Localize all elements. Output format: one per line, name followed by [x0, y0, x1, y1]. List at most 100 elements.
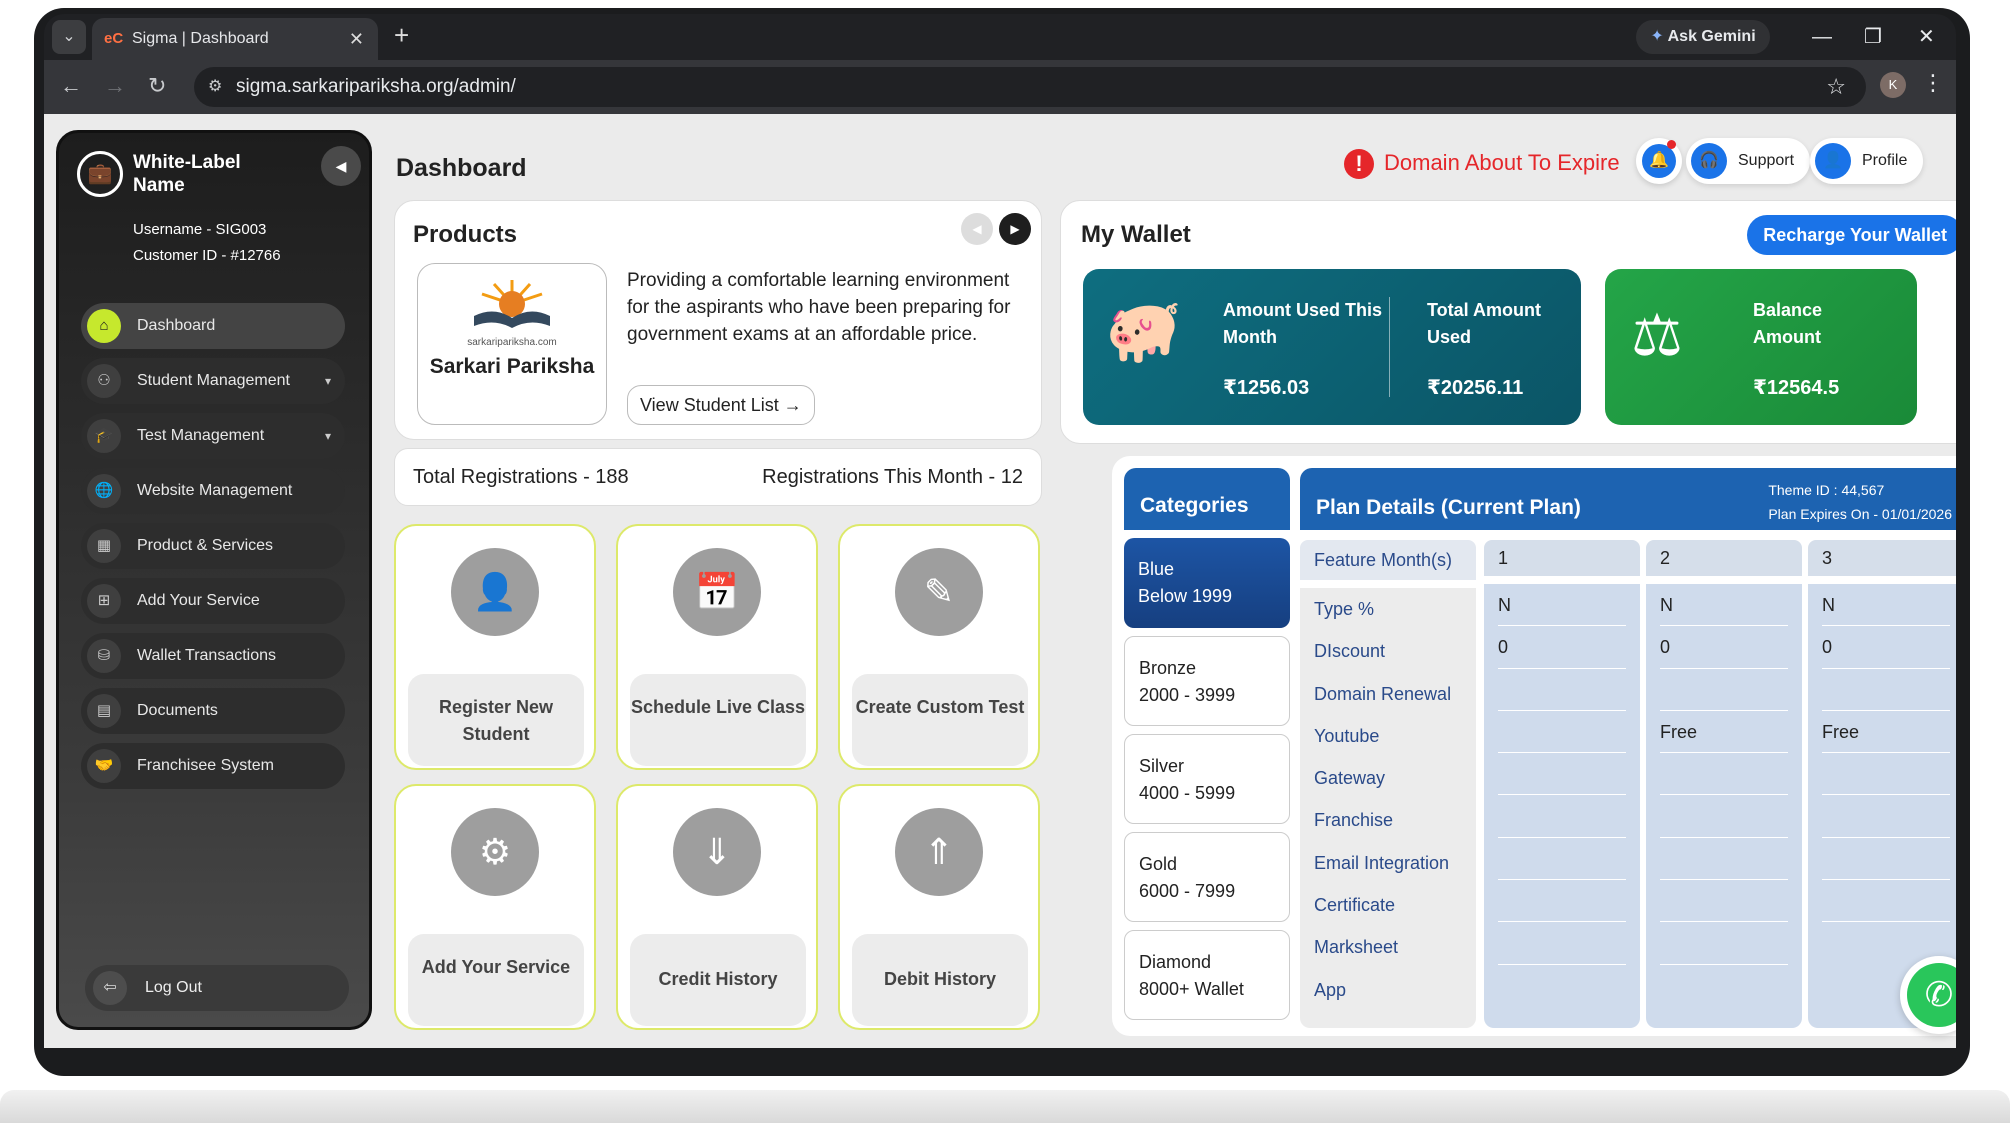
feature-label: Youtube [1314, 725, 1380, 746]
category-range: 6000 - 7999 [1139, 881, 1236, 901]
close-window-icon[interactable]: ✕ [1918, 20, 1935, 54]
grid-icon: ▦ [87, 529, 121, 563]
plan-cell [1822, 669, 1950, 711]
next-arrow-icon[interactable]: ▶ [999, 213, 1031, 245]
prev-arrow-icon[interactable]: ◀ [961, 213, 993, 245]
logout-button[interactable]: ⇦ Log Out [85, 965, 349, 1011]
reload-icon[interactable]: ↻ [148, 72, 166, 100]
minimize-icon[interactable]: — [1812, 20, 1832, 54]
bell-icon: 🔔 [1642, 144, 1676, 178]
sidebar-item-label: Dashboard [137, 317, 216, 334]
plan-cell [1498, 669, 1626, 711]
feature-label: Certificate [1314, 895, 1396, 916]
logout-label: Log Out [145, 979, 202, 996]
browser-menu-icon[interactable]: ⋮ [1922, 70, 1944, 96]
chevron-down-icon: ▾ [324, 374, 331, 388]
plan-cell: 0 [1822, 626, 1950, 669]
add-service-icon: ⊞ [87, 584, 121, 618]
sidebar-item-website-management[interactable]: 🌐 Website Management [81, 468, 345, 514]
product-logo[interactable]: sarkaripariksha.com Sarkari Pariksha [417, 263, 607, 425]
plan-cell [1498, 711, 1626, 754]
browser-tab[interactable]: eC Sigma | Dashboard ✕ [92, 18, 378, 60]
plan-cell [1822, 880, 1950, 923]
students-icon: ⚇ [87, 364, 121, 398]
address-bar[interactable]: ⚙ sigma.sarkaripariksha.org/admin/ ☆ [194, 67, 1866, 107]
register-new-student-card[interactable]: 👤 Register New Student [394, 524, 596, 770]
action-label: Add Your Service [408, 934, 584, 1026]
user-icon: 👤 [1815, 143, 1851, 179]
restore-icon[interactable]: ❐ [1864, 20, 1882, 54]
sidebar-item-franchisee-system[interactable]: 🤝 Franchisee System [81, 743, 345, 789]
category-silver[interactable]: Silver 4000 - 5999 [1124, 734, 1290, 824]
debit-history-card[interactable]: ⇑ Debit History [838, 784, 1040, 1030]
browser-profile-avatar[interactable]: K [1880, 72, 1906, 98]
product-description: Providing a comfortable learning environ… [627, 270, 1011, 345]
sidebar-item-test-management[interactable]: 🎓 Test Management ▾ [81, 413, 345, 459]
new-tab-button[interactable]: + [394, 20, 409, 50]
feature-label: Marksheet [1314, 937, 1399, 958]
bookmark-star-icon[interactable]: ☆ [1826, 67, 1846, 107]
recharge-wallet-button[interactable]: Recharge Your Wallet [1747, 215, 1956, 255]
collapse-sidebar-button[interactable]: ◀ [321, 146, 361, 186]
plan-cell [1660, 795, 1788, 838]
category-gold[interactable]: Gold 6000 - 7999 [1124, 832, 1290, 922]
feature-header: Feature Month(s) [1300, 540, 1476, 580]
used-month-value: ₹1256.03 [1223, 377, 1310, 399]
headset-icon: 🎧 [1691, 143, 1727, 179]
close-tab-icon[interactable]: ✕ [349, 18, 364, 60]
sidebar-item-student-management[interactable]: ⚇ Student Management ▾ [81, 358, 345, 404]
sidebar-item-label: Test Management [137, 427, 265, 444]
sidebar-item-product-services[interactable]: ▦ Product & Services [81, 523, 345, 569]
balance-label: Balance Amount [1753, 300, 1823, 347]
wallet-card: My Wallet Recharge Your Wallet 🐖 Amount … [1060, 200, 1956, 444]
action-label: Register New Student [408, 674, 584, 766]
briefcase-icon: 💼 [77, 151, 123, 197]
notification-dot [1667, 140, 1676, 149]
schedule-live-class-card[interactable]: 📅 Schedule Live Class [616, 524, 818, 770]
notifications-button[interactable]: 🔔 [1636, 138, 1682, 184]
total-used-value: ₹20256.11 [1427, 377, 1524, 399]
site-info-icon[interactable]: ⚙ [208, 67, 222, 107]
forward-icon[interactable]: → [104, 72, 126, 100]
back-icon[interactable]: ← [60, 72, 82, 100]
plan-column-header: 3 [1808, 540, 1956, 576]
add-your-service-card[interactable]: ⚙ Add Your Service [394, 784, 596, 1030]
plan-column-gap [1484, 576, 1640, 584]
support-button[interactable]: 🎧 Support [1686, 138, 1811, 184]
domain-expire-alert[interactable]: ! Domain About To Expire [1344, 146, 1620, 180]
sidebar-item-documents[interactable]: ▤ Documents [81, 688, 345, 734]
customer-id: Customer ID - #12766 [133, 247, 281, 264]
profile-button[interactable]: 👤 Profile [1810, 138, 1924, 184]
plan-cell [1660, 753, 1788, 796]
wallet-used-card: 🐖 Amount Used This Month ₹1256.03 Total … [1083, 269, 1581, 425]
credit-history-card[interactable]: ⇓ Credit History [616, 784, 818, 1030]
graduation-cap-icon: 🎓 [87, 419, 121, 453]
sidebar-item-add-your-service[interactable]: ⊞ Add Your Service [81, 578, 345, 624]
create-custom-test-card[interactable]: ✎ Create Custom Test [838, 524, 1040, 770]
category-range: 8000+ Wallet [1139, 979, 1244, 999]
plan-cell [1498, 922, 1626, 965]
scale-balance-icon: ⚖ [1631, 303, 1683, 368]
device-base [0, 1090, 2010, 1123]
category-blue[interactable]: Blue Below 1999 [1124, 538, 1290, 628]
alert-icon: ! [1344, 149, 1374, 180]
sidebar-menu: ⌂ Dashboard ⚇ Student Management ▾ 🎓 Test Ma… [81, 303, 345, 798]
plan-cell [1498, 795, 1626, 838]
total-registrations: Total Registrations - 188 [413, 466, 629, 488]
action-label: Schedule Live Class [630, 674, 806, 766]
plan-meta: Theme ID : 44,567 Plan Expires On - 01/0… [1768, 478, 1952, 526]
sidebar-item-dashboard[interactable]: ⌂ Dashboard [81, 303, 345, 349]
tab-search-button[interactable]: ⌄ [52, 20, 86, 54]
category-name: Gold [1139, 854, 1178, 874]
plan-cell [1660, 838, 1788, 881]
category-bronze[interactable]: Bronze 2000 - 3999 [1124, 636, 1290, 726]
plan-cell: 0 [1660, 626, 1788, 669]
sidebar-item-wallet-transactions[interactable]: ⛁ Wallet Transactions [81, 633, 345, 679]
category-range: 2000 - 3999 [1139, 685, 1236, 705]
ask-gemini-button[interactable]: ✦ Ask Gemini [1636, 20, 1770, 54]
view-student-list-button[interactable]: View Student List → [627, 385, 815, 425]
plan-cell: Free [1822, 711, 1950, 754]
category-diamond[interactable]: Diamond 8000+ Wallet [1124, 930, 1290, 1020]
brand-name: White-Label Name [133, 152, 241, 196]
profile-label: Profile [1862, 152, 1908, 169]
